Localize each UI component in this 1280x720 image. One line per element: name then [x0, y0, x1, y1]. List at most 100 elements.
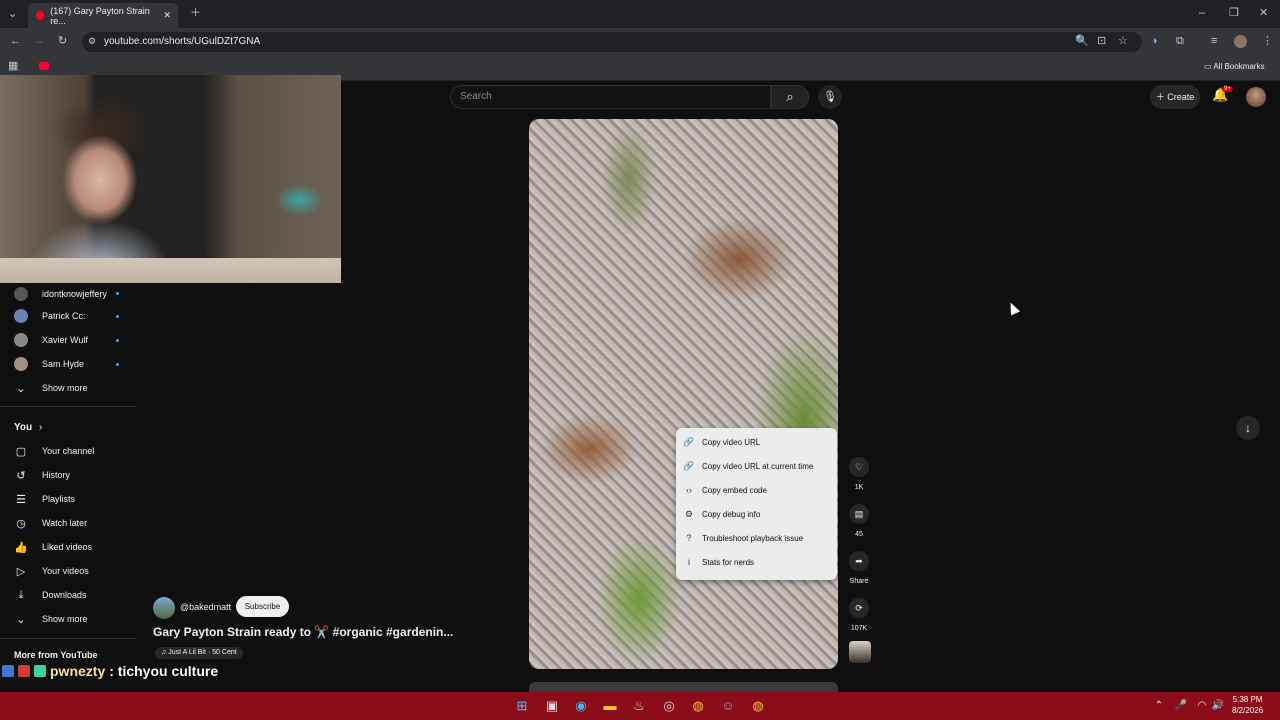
url-text: youtube.com/shorts/UGulDZt7GNA	[104, 36, 261, 47]
menu-item-copy-url[interactable]: 🔗 Copy video URL	[676, 430, 837, 454]
sidebar-item-liked-videos[interactable]: 👍 Liked videos	[0, 535, 137, 559]
extensions-puzzle-icon[interactable]: ⧉	[1176, 36, 1184, 47]
share-icon: ➦	[855, 556, 863, 566]
chat-badge-icon	[18, 665, 30, 677]
video-title[interactable]: Gary Payton Strain ready to ✂️ #organic …	[153, 625, 453, 639]
forward-icon[interactable]: →	[34, 36, 45, 47]
browser-tab[interactable]: (167) Gary Payton Strain re... ✕	[28, 3, 178, 28]
create-button[interactable]: ＋ Create	[1150, 85, 1200, 109]
discord-icon[interactable]: ☺	[719, 697, 737, 715]
tab-close-icon[interactable]: ✕	[163, 10, 171, 21]
windows-start-icon[interactable]: ⊞	[513, 697, 531, 715]
maximize-icon[interactable]: ❐	[1229, 8, 1239, 19]
remix-button[interactable]: ⟳	[849, 598, 869, 618]
minimize-icon[interactable]: –	[1199, 8, 1205, 19]
menu-item-copy-debug[interactable]: ⚙ Copy debug info	[676, 502, 837, 526]
video-context-menu: 🔗 Copy video URL 🔗 Copy video URL at curre…	[676, 428, 837, 580]
channel-avatar	[14, 333, 28, 347]
notification-badge: 9+	[1222, 86, 1233, 92]
sidebar-item-your-videos[interactable]: ▷ Your videos	[0, 559, 137, 583]
obs-icon[interactable]: ◎	[660, 697, 678, 715]
sidebar-item-playlists[interactable]: ☰ Playlists	[0, 487, 137, 511]
menu-item-copy-url-time[interactable]: 🔗 Copy video URL at current time	[676, 454, 837, 478]
channel-avatar[interactable]	[153, 597, 175, 619]
voice-search-button[interactable]: 🎙	[818, 85, 842, 109]
profile-avatar[interactable]	[1234, 35, 1247, 48]
tray-overflow-icon[interactable]: ⌃	[1150, 697, 1168, 715]
menu-item-troubleshoot[interactable]: ? Troubleshoot playback issue	[676, 526, 837, 550]
sidebar: idontknowjeffery Patrick Cc: Xavier Wulf…	[0, 282, 137, 692]
next-short-preview[interactable]	[529, 682, 838, 692]
menu-item-label: Troubleshoot playback issue	[702, 533, 804, 543]
menu-item-label: Stats for nerds	[702, 557, 755, 567]
new-content-dot	[116, 339, 119, 342]
new-tab-icon[interactable]: ＋	[190, 8, 201, 19]
extension-icon[interactable]: ◗	[1152, 36, 1159, 47]
sidebar-item-label: Downloads	[42, 590, 87, 600]
close-window-icon[interactable]: ✕	[1259, 8, 1268, 19]
you-heading-label: You	[14, 422, 33, 433]
microphone-tray-icon[interactable]: 🎤	[1172, 697, 1190, 715]
link-icon: 🔗	[683, 436, 695, 447]
channel-name: Patrick Cc:	[42, 311, 86, 321]
clock-date: 8/2/2026	[1232, 706, 1264, 715]
chrome-active-icon[interactable]: ◍	[749, 697, 767, 715]
address-bar[interactable]: ⚙ youtube.com/shorts/UGulDZt7GNA	[82, 32, 1142, 52]
search-input[interactable]: Search	[450, 85, 771, 109]
back-icon[interactable]: ←	[10, 36, 21, 47]
browser-menu-icon[interactable]: ⋮	[1262, 36, 1273, 47]
history-icon: ↺	[16, 469, 26, 482]
chevron-down-icon: ⌄	[16, 382, 26, 395]
sidebar-item-watch-later[interactable]: ◷ Watch later	[0, 511, 137, 535]
new-content-dot	[116, 315, 119, 318]
search-button[interactable]: ⌕	[771, 85, 809, 109]
subscribe-button[interactable]: Subscribe	[236, 596, 289, 617]
new-content-dot	[116, 363, 119, 366]
music-chip[interactable]: ♫ Just A Lil Bit · 50 Cent	[155, 647, 243, 659]
system-clock[interactable]: 5:38 PM 8/2/2026	[1232, 694, 1263, 716]
code-icon: ‹›	[686, 485, 692, 495]
zoom-icon[interactable]: 🔍	[1075, 36, 1089, 47]
file-explorer-icon[interactable]: ▬	[601, 697, 619, 715]
volume-icon[interactable]: 🔊	[1209, 697, 1227, 715]
shorts-video-player[interactable]	[529, 119, 838, 669]
bookmark-star-icon[interactable]: ☆	[1118, 36, 1128, 47]
site-info-icon[interactable]: ⚙	[88, 37, 96, 46]
apps-grid-icon[interactable]: ▦	[8, 61, 18, 72]
account-avatar[interactable]	[1246, 87, 1266, 107]
chrome-icon[interactable]: ◍	[689, 697, 707, 715]
divider	[0, 406, 137, 407]
menu-item-stats[interactable]: i Stats for nerds	[676, 550, 837, 574]
install-icon[interactable]: ⊡	[1097, 36, 1106, 47]
channel-name[interactable]: @bakedmatt	[180, 602, 231, 612]
menu-item-copy-embed[interactable]: ‹› Copy embed code	[676, 478, 837, 502]
playlists-icon: ☰	[16, 493, 26, 506]
channel-name: idontknowjeffery	[42, 289, 107, 299]
heart-icon: ♡	[854, 462, 864, 472]
show-more-you[interactable]: ⌄ Show more	[0, 607, 137, 631]
remix-icon: ⟳	[855, 603, 863, 613]
show-more-subscriptions[interactable]: ⌄ Show more	[0, 376, 137, 400]
sidebar-item-history[interactable]: ↺ History	[0, 463, 137, 487]
tab-list-icon[interactable]: ⌄	[8, 9, 17, 20]
chevron-down-icon: ⌄	[16, 613, 26, 626]
youtube-bookmark-icon[interactable]	[39, 62, 49, 70]
share-button[interactable]: ➦	[849, 551, 869, 571]
edge-icon[interactable]: ◉	[572, 697, 590, 715]
task-view-icon[interactable]: ▣	[543, 697, 561, 715]
arrow-down-icon: ↓	[1245, 421, 1251, 435]
steam-icon[interactable]: ♨	[630, 697, 648, 715]
like-button[interactable]: ♡	[849, 457, 869, 477]
sidebar-item-downloads[interactable]: ⤓ Downloads	[0, 583, 137, 607]
comments-button[interactable]: ▤	[849, 504, 869, 524]
sidebar-item-label: History	[42, 470, 71, 480]
reload-icon[interactable]: ↻	[58, 36, 67, 47]
audio-source-thumbnail[interactable]	[849, 641, 871, 663]
media-controls-icon[interactable]: ≡	[1211, 36, 1217, 47]
sidebar-item-your-channel[interactable]: ▢ Your channel	[0, 439, 137, 463]
all-bookmarks[interactable]: ▭ All Bookmarks	[1204, 62, 1264, 71]
next-video-button[interactable]: ↓	[1236, 416, 1260, 440]
create-label: Create	[1167, 92, 1195, 102]
folder-icon: ▭	[1204, 62, 1212, 71]
you-heading[interactable]: You ›	[14, 422, 42, 433]
